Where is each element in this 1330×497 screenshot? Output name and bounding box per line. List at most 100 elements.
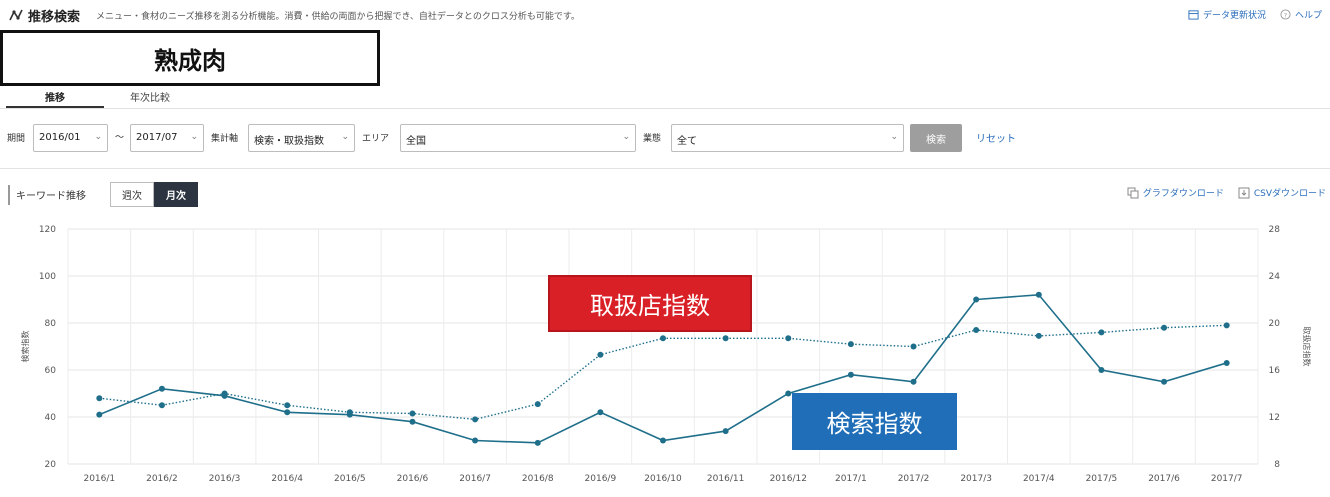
y-left-axis-title: 検索指数 [20, 331, 30, 363]
filter-divider [0, 168, 1330, 169]
end-period-value: 2017/07 [136, 132, 178, 143]
handling-index-point [1223, 322, 1230, 329]
search-index-point [847, 371, 854, 378]
axis-value: 検索・取扱指数 [254, 136, 324, 147]
y-right-tick-label: 28 [1269, 225, 1281, 235]
tab-bar: 推移 年次比較 [0, 86, 1330, 110]
help-icon: ? [1280, 9, 1291, 20]
area-select[interactable]: 全国 ⌄ [400, 124, 636, 152]
handling-index-point [973, 327, 980, 334]
x-tick-label: 2016/5 [334, 474, 366, 484]
header-links: データ更新状況 ? ヘルプ [1188, 8, 1322, 21]
help-label: ヘルプ [1294, 11, 1322, 21]
page-description: メニュー・食材のニーズ推移を測る分析機能。消費・供給の両面から把握でき、自社デー… [96, 12, 580, 22]
period-separator: 〜 [115, 133, 125, 143]
search-index-point [785, 390, 792, 397]
area-value: 全国 [406, 136, 426, 147]
search-index-point [660, 437, 666, 444]
tab-trend[interactable]: 推移 [45, 89, 65, 104]
x-tick-label: 2017/3 [960, 474, 992, 484]
calendar-icon [1188, 10, 1199, 20]
y-right-tick-label: 12 [1269, 413, 1280, 423]
area-label: エリア [362, 134, 390, 144]
axis-select[interactable]: 検索・取扱指数 ⌄ [248, 124, 355, 152]
x-tick-label: 2016/9 [585, 474, 617, 484]
copy-icon [1127, 187, 1139, 198]
monthly-toggle[interactable]: 月次 [154, 182, 198, 207]
y-left-tick-label: 120 [39, 225, 56, 235]
x-tick-label: 2016/12 [770, 474, 807, 484]
handling-index-point [722, 335, 729, 342]
graph-download-label: グラフダウンロード [1142, 189, 1224, 199]
y-left-tick-label: 40 [45, 413, 57, 423]
download-icon [1238, 187, 1250, 198]
chevron-down-icon: ⌄ [190, 132, 198, 142]
x-tick-label: 2016/8 [522, 474, 554, 484]
y-right-axis-title: 取扱店指数 [1302, 327, 1312, 367]
handling-index-point [910, 343, 917, 350]
reset-link[interactable]: リセット [976, 130, 1016, 145]
svg-text:?: ? [1284, 11, 1287, 19]
help-link[interactable]: ? ヘルプ [1280, 8, 1322, 21]
search-index-point [472, 437, 479, 444]
search-index-point [284, 409, 291, 416]
handling-index-annotation: 取扱店指数 [548, 275, 752, 332]
trend-icon [9, 9, 23, 21]
search-button[interactable]: 検索 [910, 124, 962, 152]
search-index-point [1035, 291, 1042, 298]
x-tick-label: 2016/4 [271, 474, 303, 484]
x-tick-label: 2017/6 [1148, 474, 1180, 484]
x-tick-label: 2017/2 [898, 474, 930, 484]
y-left-tick-label: 100 [39, 272, 56, 282]
handling-index-point [284, 402, 291, 409]
period-label: 期間 [7, 134, 26, 144]
search-index-point [973, 296, 980, 303]
handling-index-point [1098, 329, 1105, 336]
handling-index-point [847, 341, 854, 348]
industry-select[interactable]: 全て ⌄ [671, 124, 904, 152]
csv-download-label: CSVダウンロード [1253, 189, 1326, 199]
industry-value: 全て [677, 136, 697, 147]
page-title: 推移検索 [28, 10, 81, 25]
search-index-point [722, 428, 729, 435]
handling-index-point [409, 410, 416, 417]
handling-index-point [346, 409, 353, 416]
start-period-value: 2016/01 [39, 132, 81, 143]
data-status-link[interactable]: データ更新状況 [1188, 8, 1266, 21]
x-tick-label: 2017/5 [1086, 474, 1118, 484]
keyword-text: 熟成肉 [154, 46, 226, 75]
trend-label: キーワード推移 [16, 191, 86, 202]
x-tick-label: 2016/2 [146, 474, 178, 484]
weekly-toggle[interactable]: 週次 [110, 182, 154, 207]
axis-label: 集計軸 [211, 134, 239, 144]
section-marker [8, 185, 10, 205]
top-bar: 推移検索 メニュー・食材のニーズ推移を測る分析機能。消費・供給の両面から把握でき… [0, 0, 1330, 30]
data-status-label: データ更新状況 [1202, 11, 1266, 21]
handling-index-point [96, 395, 103, 402]
search-index-point [1098, 367, 1105, 373]
y-right-tick-label: 8 [1274, 460, 1280, 470]
csv-download-link[interactable]: CSVダウンロード [1238, 186, 1326, 199]
tab-yearly-compare[interactable]: 年次比較 [130, 89, 170, 104]
y-left-tick-label: 80 [45, 319, 57, 329]
x-tick-label: 2017/1 [835, 474, 867, 484]
handling-index-point [534, 401, 541, 408]
search-index-annotation: 検索指数 [792, 393, 957, 450]
end-period-select[interactable]: 2017/07 ⌄ [130, 124, 204, 152]
search-index-point [158, 385, 165, 392]
handling-index-point [1035, 332, 1042, 339]
download-links: グラフダウンロード CSVダウンロード [1127, 186, 1326, 199]
filter-bar: 期間 2016/01 ⌄ 〜 2017/07 ⌄ 集計軸 検索・取扱指数 ⌄ エ… [0, 122, 1330, 152]
x-tick-label: 2017/4 [1023, 474, 1055, 484]
search-index-point [1223, 359, 1230, 366]
x-tick-label: 2017/7 [1211, 474, 1243, 484]
x-tick-label: 2016/3 [209, 474, 241, 484]
x-tick-label: 2016/6 [397, 474, 429, 484]
x-tick-label: 2016/7 [459, 474, 491, 484]
start-period-select[interactable]: 2016/01 ⌄ [33, 124, 108, 152]
keyword-display: 熟成肉 [0, 30, 380, 86]
graph-download-link[interactable]: グラフダウンロード [1127, 186, 1224, 199]
x-tick-label: 2016/10 [644, 474, 682, 484]
search-index-point [96, 411, 103, 418]
search-index-point [409, 418, 416, 425]
